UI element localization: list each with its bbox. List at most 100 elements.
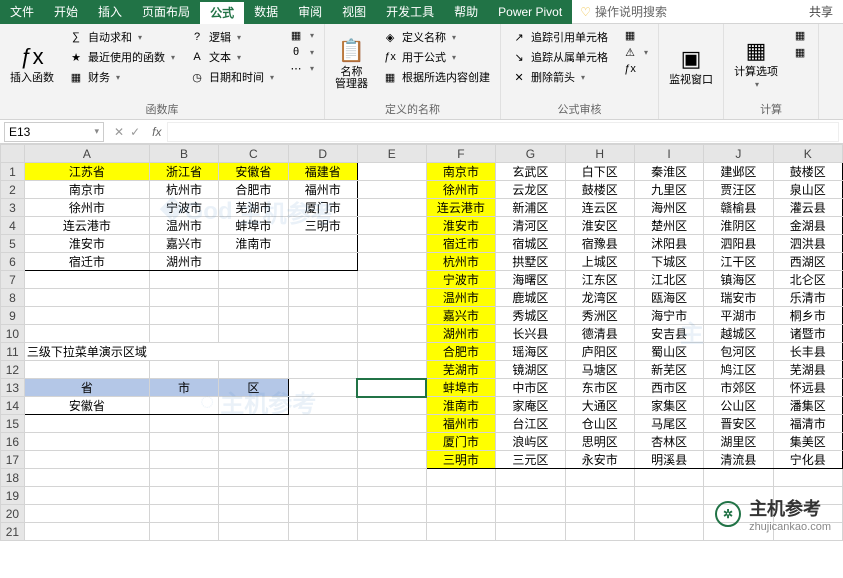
cell-K8[interactable]: 乐清市 bbox=[773, 289, 842, 307]
cell-I10[interactable]: 安吉县 bbox=[634, 325, 703, 343]
col-header-G[interactable]: G bbox=[496, 145, 565, 163]
cell-H2[interactable]: 鼓楼区 bbox=[565, 181, 634, 199]
cell-B19[interactable] bbox=[149, 487, 218, 505]
cell-A7[interactable] bbox=[24, 271, 149, 289]
insert-function-button[interactable]: ƒx 插入函数 bbox=[6, 28, 58, 99]
cell-B2[interactable]: 杭州市 bbox=[149, 181, 218, 199]
row-header-19[interactable]: 19 bbox=[1, 487, 25, 505]
cell-C17[interactable] bbox=[219, 451, 288, 469]
tell-me-search[interactable]: ♡ 操作说明搜索 bbox=[580, 3, 667, 20]
cell-J12[interactable]: 鸠江区 bbox=[704, 361, 773, 379]
cell-G19[interactable] bbox=[496, 487, 565, 505]
cell-B20[interactable] bbox=[149, 505, 218, 523]
cell-E13[interactable] bbox=[357, 379, 426, 397]
cell-C18[interactable] bbox=[219, 469, 288, 487]
cell-B12[interactable] bbox=[149, 361, 218, 379]
cell-H13[interactable]: 东市区 bbox=[565, 379, 634, 397]
cell-C9[interactable] bbox=[219, 307, 288, 325]
cell-E5[interactable] bbox=[357, 235, 426, 253]
cell-G13[interactable]: 中市区 bbox=[496, 379, 565, 397]
cell-I5[interactable]: 沭阳县 bbox=[634, 235, 703, 253]
cell-H12[interactable]: 马塘区 bbox=[565, 361, 634, 379]
cell-I15[interactable]: 马尾区 bbox=[634, 415, 703, 433]
watch-window-button[interactable]: ▣ 监视窗口 bbox=[665, 28, 717, 103]
cell-E4[interactable] bbox=[357, 217, 426, 235]
cell-I19[interactable] bbox=[634, 487, 703, 505]
cell-I1[interactable]: 秦淮区 bbox=[634, 163, 703, 181]
cell-I3[interactable]: 海州区 bbox=[634, 199, 703, 217]
cell-G5[interactable]: 宿城区 bbox=[496, 235, 565, 253]
cell-G16[interactable]: 浪屿区 bbox=[496, 433, 565, 451]
cell-D20[interactable] bbox=[288, 505, 357, 523]
row-header-18[interactable]: 18 bbox=[1, 469, 25, 487]
cell-H17[interactable]: 永安市 bbox=[565, 451, 634, 469]
cell-G3[interactable]: 新浦区 bbox=[496, 199, 565, 217]
text-button[interactable]: A文本 bbox=[185, 48, 278, 66]
cell-F11[interactable]: 合肥市 bbox=[426, 343, 496, 361]
cell-E11[interactable] bbox=[357, 343, 426, 361]
cell-G10[interactable]: 长兴县 bbox=[496, 325, 565, 343]
cancel-icon[interactable]: ✕ bbox=[114, 125, 124, 139]
cell-I4[interactable]: 楚州区 bbox=[634, 217, 703, 235]
cell-G7[interactable]: 海曙区 bbox=[496, 271, 565, 289]
row-header-20[interactable]: 20 bbox=[1, 505, 25, 523]
share-button[interactable]: 共享 bbox=[799, 0, 843, 24]
cell-F18[interactable] bbox=[426, 469, 496, 487]
cell-E18[interactable] bbox=[357, 469, 426, 487]
cell-E2[interactable] bbox=[357, 181, 426, 199]
use-in-formula-button[interactable]: ƒx用于公式 bbox=[378, 48, 494, 66]
tab-view[interactable]: 视图 bbox=[332, 0, 376, 24]
cell-A17[interactable] bbox=[24, 451, 149, 469]
cell-K10[interactable]: 诸暨市 bbox=[773, 325, 842, 343]
cell-E15[interactable] bbox=[357, 415, 426, 433]
cell-C2[interactable]: 合肥市 bbox=[219, 181, 288, 199]
cell-F16[interactable]: 厦门市 bbox=[426, 433, 496, 451]
fx-icon[interactable]: fx bbox=[146, 125, 167, 139]
row-header-17[interactable]: 17 bbox=[1, 451, 25, 469]
cell-C20[interactable] bbox=[219, 505, 288, 523]
row-header-3[interactable]: 3 bbox=[1, 199, 25, 217]
cell-D11[interactable] bbox=[288, 343, 357, 361]
cell-J8[interactable]: 瑞安市 bbox=[704, 289, 773, 307]
tab-help[interactable]: 帮助 bbox=[444, 0, 488, 24]
cell-B14[interactable] bbox=[149, 397, 218, 415]
cell-D4[interactable]: 三明市 bbox=[288, 217, 357, 235]
cell-C13[interactable]: 区 bbox=[219, 379, 288, 397]
cell-G18[interactable] bbox=[496, 469, 565, 487]
tab-file[interactable]: 文件 bbox=[0, 0, 44, 24]
cell-H16[interactable]: 思明区 bbox=[565, 433, 634, 451]
cell-H10[interactable]: 德清县 bbox=[565, 325, 634, 343]
cell-I21[interactable] bbox=[634, 523, 703, 541]
cell-K12[interactable]: 芜湖县 bbox=[773, 361, 842, 379]
cell-C11[interactable] bbox=[219, 343, 288, 361]
row-header-15[interactable]: 15 bbox=[1, 415, 25, 433]
cell-A12[interactable] bbox=[24, 361, 149, 379]
cell-C12[interactable] bbox=[219, 361, 288, 379]
col-header-A[interactable]: A bbox=[24, 145, 149, 163]
cell-I2[interactable]: 九里区 bbox=[634, 181, 703, 199]
cell-H15[interactable]: 仓山区 bbox=[565, 415, 634, 433]
cell-K11[interactable]: 长丰县 bbox=[773, 343, 842, 361]
cell-K13[interactable]: 怀远县 bbox=[773, 379, 842, 397]
financial-button[interactable]: ▦财务 bbox=[64, 68, 179, 86]
cell-B5[interactable]: 嘉兴市 bbox=[149, 235, 218, 253]
cell-C7[interactable] bbox=[219, 271, 288, 289]
cell-D3[interactable]: 厦门市 bbox=[288, 199, 357, 217]
cell-D17[interactable] bbox=[288, 451, 357, 469]
cell-B15[interactable] bbox=[149, 415, 218, 433]
show-formulas-button[interactable]: ▦ bbox=[618, 28, 652, 43]
cell-J2[interactable]: 贾汪区 bbox=[704, 181, 773, 199]
cell-H18[interactable] bbox=[565, 469, 634, 487]
col-header-J[interactable]: J bbox=[704, 145, 773, 163]
cell-E3[interactable] bbox=[357, 199, 426, 217]
cell-A21[interactable] bbox=[24, 523, 149, 541]
cell-K15[interactable]: 福清市 bbox=[773, 415, 842, 433]
trace-dependents-button[interactable]: ↘追踪从属单元格 bbox=[507, 48, 612, 66]
calc-now-button[interactable]: ▦ bbox=[788, 28, 812, 43]
cell-D13[interactable] bbox=[288, 379, 357, 397]
create-from-selection-button[interactable]: ▦根据所选内容创建 bbox=[378, 68, 494, 86]
cell-D6[interactable] bbox=[288, 253, 357, 271]
row-header-14[interactable]: 14 bbox=[1, 397, 25, 415]
lookup-button[interactable]: ▦ bbox=[284, 28, 318, 43]
cell-F12[interactable]: 芜湖市 bbox=[426, 361, 496, 379]
